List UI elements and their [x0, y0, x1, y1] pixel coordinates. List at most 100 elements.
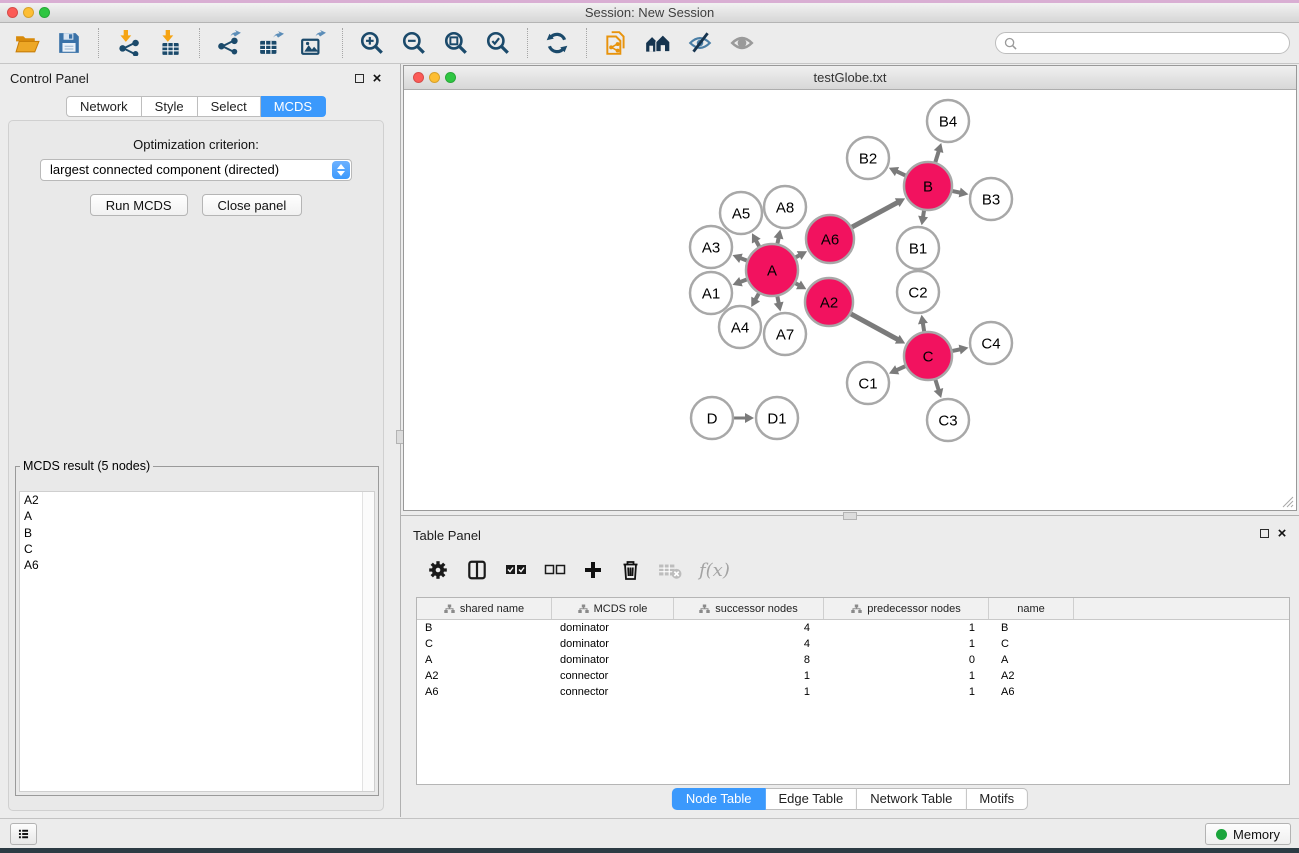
graph-edge-C-C2[interactable]	[923, 323, 924, 332]
mcds-result-item[interactable]: C	[20, 541, 374, 557]
export-table-button[interactable]	[251, 25, 291, 61]
table-settings-button[interactable]	[427, 559, 449, 581]
graph-edge-A-A1[interactable]	[740, 280, 747, 283]
import-network-button[interactable]	[108, 25, 148, 61]
close-panel-button[interactable]: ×	[370, 72, 384, 85]
app-titlebar[interactable]: Session: New Session	[0, 3, 1299, 23]
close-panel-action-button[interactable]: Close panel	[202, 194, 303, 216]
show-panels-button[interactable]	[722, 25, 762, 61]
save-session-button[interactable]	[49, 25, 89, 61]
table-cell[interactable]: 8	[674, 652, 824, 668]
table-cell[interactable]: A	[417, 652, 552, 668]
column-header-successor-nodes[interactable]: successor nodes	[674, 598, 824, 619]
table-row[interactable]: Bdominator41B	[417, 620, 1289, 636]
horizontal-splitter-handle[interactable]	[843, 512, 857, 520]
zoom-selected-button[interactable]	[478, 25, 518, 61]
tab-motifs[interactable]: Motifs	[966, 788, 1028, 810]
graph-edge-B-B4[interactable]	[935, 151, 939, 162]
table-cell[interactable]: B	[417, 620, 552, 636]
mcds-result-list[interactable]: A2ABCA6	[19, 491, 375, 792]
deselect-all-button[interactable]	[544, 562, 566, 578]
search-input[interactable]	[1021, 33, 1289, 53]
table-cell[interactable]: connector	[552, 668, 674, 684]
network-window-titlebar[interactable]: testGlobe.txt	[404, 66, 1296, 90]
table-cell[interactable]: connector	[552, 684, 674, 700]
table-row[interactable]: A2connector11A2	[417, 668, 1289, 684]
graph-edge-C-C1[interactable]	[896, 366, 905, 370]
graph-edge-A6-B[interactable]	[852, 202, 898, 227]
zoom-fit-button[interactable]	[436, 25, 476, 61]
import-table-button[interactable]	[150, 25, 190, 61]
graph-edge-B-B3[interactable]	[952, 191, 960, 193]
float-table-panel-button[interactable]	[1257, 527, 1271, 540]
zoom-out-button[interactable]	[394, 25, 434, 61]
tab-mcds[interactable]: MCDS	[261, 96, 326, 117]
mcds-result-item[interactable]: A6	[20, 557, 374, 573]
tab-select[interactable]: Select	[198, 96, 261, 117]
table-cell[interactable]: 4	[674, 636, 824, 652]
table-cell[interactable]: A2	[417, 668, 552, 684]
create-column-button[interactable]	[583, 560, 603, 580]
hide-panels-button[interactable]	[680, 25, 720, 61]
table-cell[interactable]: dominator	[552, 652, 674, 668]
table-cell[interactable]: dominator	[552, 636, 674, 652]
graph-edge-A-A7[interactable]	[777, 296, 778, 303]
table-cell[interactable]: 0	[824, 652, 989, 668]
memory-button[interactable]: Memory	[1205, 823, 1291, 845]
scrollbar-track[interactable]	[362, 492, 374, 791]
optimization-criterion-select[interactable]: largest connected component (directed)	[40, 159, 352, 181]
select-all-button[interactable]	[505, 562, 527, 578]
session-home-button[interactable]	[638, 25, 678, 61]
tab-node-table[interactable]: Node Table	[672, 788, 766, 810]
delete-column-button[interactable]	[620, 559, 641, 581]
table-cell[interactable]: A2	[989, 668, 1074, 684]
search-field[interactable]	[995, 32, 1290, 54]
tab-edge-table[interactable]: Edge Table	[765, 788, 857, 810]
table-cell[interactable]: A	[989, 652, 1074, 668]
node-table[interactable]: shared nameMCDS rolesuccessor nodesprede…	[416, 597, 1290, 785]
mcds-result-item[interactable]: A2	[20, 492, 374, 508]
tab-network-table[interactable]: Network Table	[857, 788, 966, 810]
table-cell[interactable]: C	[417, 636, 552, 652]
refresh-button[interactable]	[537, 25, 577, 61]
graph-edge-A-A3[interactable]	[740, 258, 747, 261]
table-row[interactable]: Adominator80A	[417, 652, 1289, 668]
table-cell[interactable]: 1	[824, 620, 989, 636]
resize-grip-icon[interactable]	[1281, 495, 1294, 508]
graph-edge-B-B1[interactable]	[923, 211, 924, 218]
column-header-predecessor-nodes[interactable]: predecessor nodes	[824, 598, 989, 619]
mcds-result-item[interactable]: A	[20, 508, 374, 524]
graph-edge-C-C4[interactable]	[952, 349, 960, 351]
table-cell[interactable]: 1	[824, 668, 989, 684]
table-cell[interactable]: 1	[674, 668, 824, 684]
table-cell[interactable]: 1	[674, 684, 824, 700]
task-history-button[interactable]	[10, 823, 37, 845]
tab-style[interactable]: Style	[142, 96, 198, 117]
table-row[interactable]: A6connector11A6	[417, 684, 1289, 700]
column-header-shared-name[interactable]: shared name	[417, 598, 552, 619]
tab-network[interactable]: Network	[66, 96, 142, 117]
graph-edge-A-A4[interactable]	[755, 294, 759, 300]
graph-edge-A2-C[interactable]	[851, 314, 898, 340]
table-cell[interactable]: B	[989, 620, 1074, 636]
graph-edge-A-A5[interactable]	[756, 240, 759, 246]
graph-edge-B-B2[interactable]	[896, 171, 905, 175]
column-header-name[interactable]: name	[989, 598, 1074, 619]
table-cell[interactable]: 1	[824, 684, 989, 700]
table-row[interactable]: Cdominator41C	[417, 636, 1289, 652]
open-session-button[interactable]	[7, 25, 47, 61]
export-image-button[interactable]	[293, 25, 333, 61]
zoom-in-button[interactable]	[352, 25, 392, 61]
close-table-panel-button[interactable]: ×	[1275, 527, 1289, 540]
column-layout-button[interactable]	[466, 559, 488, 581]
run-mcds-button[interactable]: Run MCDS	[90, 194, 188, 216]
table-cell[interactable]: A6	[417, 684, 552, 700]
table-cell[interactable]: 4	[674, 620, 824, 636]
graph-edge-C-C3[interactable]	[935, 380, 938, 391]
mcds-result-item[interactable]: B	[20, 525, 374, 541]
network-graph[interactable]: B4B2BB3A5A8A6A3B1AA1C2A2A4A7C4CC1DD1C3	[404, 89, 1296, 510]
column-header-MCDS-role[interactable]: MCDS role	[552, 598, 674, 619]
float-panel-button[interactable]	[352, 72, 366, 85]
table-cell[interactable]: 1	[824, 636, 989, 652]
duplicate-network-button[interactable]	[596, 25, 636, 61]
